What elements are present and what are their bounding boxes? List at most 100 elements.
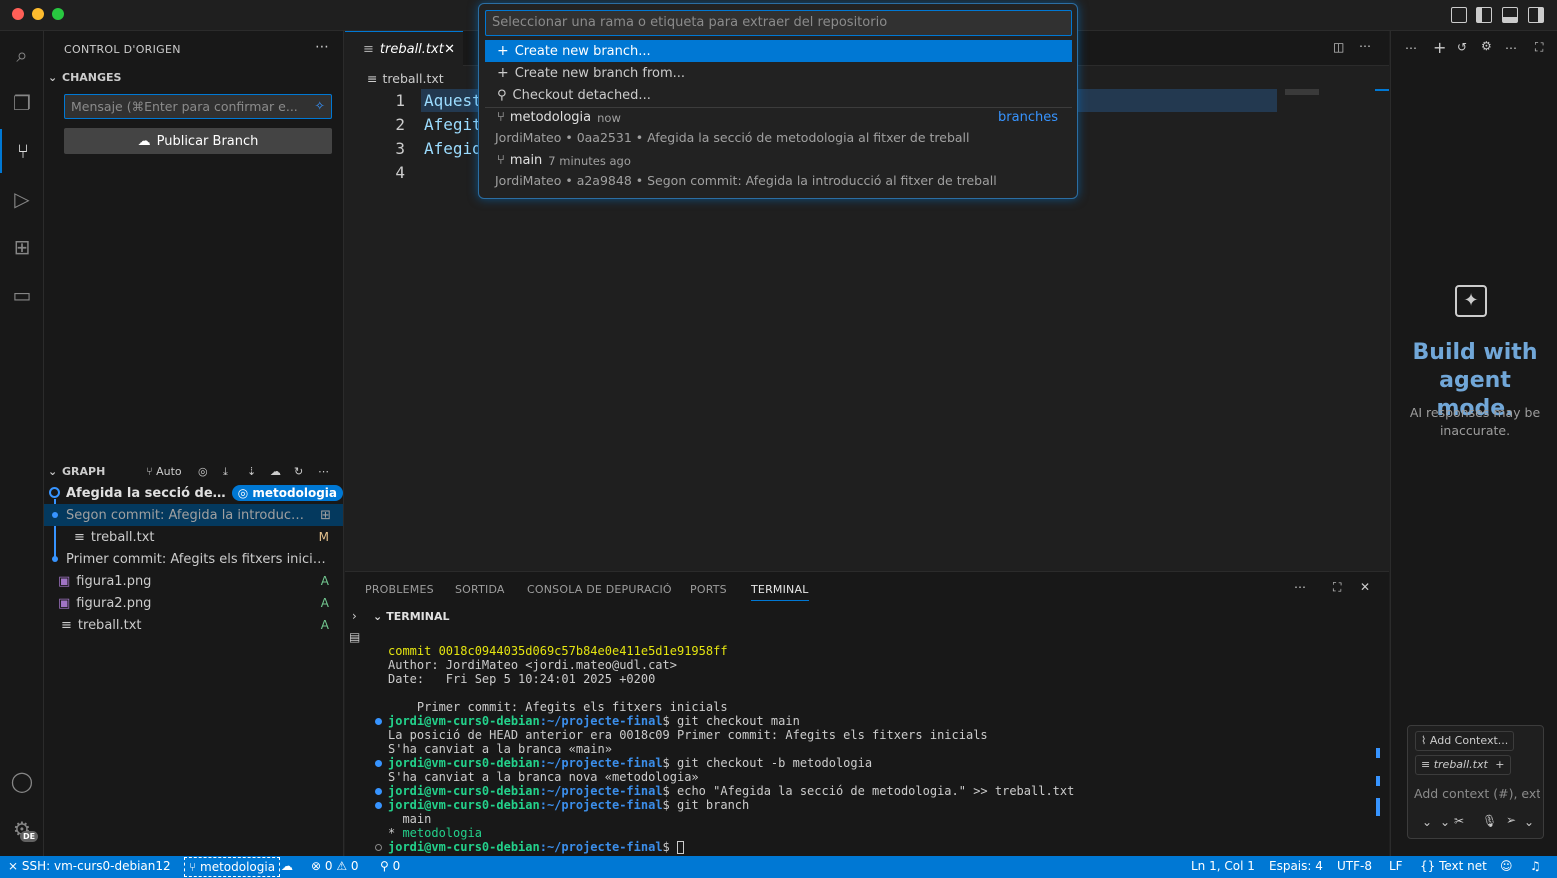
terminal-line: S'ha canviat a la branca «main» [388, 742, 612, 756]
run-debug-icon[interactable]: ▷ [0, 177, 44, 221]
copilot-icon[interactable]: ☺ [1500, 859, 1513, 873]
maximize-window-button[interactable] [52, 8, 64, 20]
graph-refresh-icon[interactable]: ↻ [294, 465, 303, 478]
terminal-output[interactable]: commit 0018c0944035d069c57b84e0e411e5d1e… [345, 572, 1375, 857]
graph-file-row[interactable]: ▣ figura1.png A [44, 570, 343, 592]
terminal-cursor [677, 841, 684, 854]
checkout-detached-item[interactable]: ⚲ Checkout detached... [485, 84, 1072, 106]
mode-picker-chevron-icon[interactable]: ⌄ [1422, 815, 1432, 829]
sidebar-title: CONTROL D'ORIGEN [64, 43, 181, 56]
source-control-sidebar: CONTROL D'ORIGEN ⋯ ⌄ CHANGES Mensaje (⌘En… [44, 31, 344, 856]
toggle-secondary-sidebar-icon[interactable] [1528, 7, 1544, 23]
commit-message-input[interactable]: Mensaje (⌘Enter para confirmar e... ✧ [64, 94, 332, 119]
manage-gear-icon[interactable]: ⚙ DE [0, 807, 44, 851]
close-tab-icon[interactable]: ✕ [444, 42, 455, 57]
terminal-scrollbar[interactable] [1376, 632, 1380, 852]
add-context-button[interactable]: ⌇ Add Context... [1415, 731, 1515, 751]
notifications-bell-icon[interactable]: ♫ [1530, 859, 1541, 873]
terminal-line: jordi@vm-curs0-debian:~/projecte-final$ … [388, 798, 750, 812]
agent-sparkle-icon: ✦ [1455, 285, 1487, 317]
close-window-button[interactable] [12, 8, 24, 20]
branch-item-main[interactable]: ⑂ main 7 minutes ago JordiMateo • a2a984… [485, 150, 1072, 192]
commit-node-icon [52, 556, 58, 562]
commit-node-icon [52, 512, 58, 518]
graph-pull-icon[interactable]: ⇣ [247, 465, 256, 478]
account-icon[interactable]: ◯ [0, 759, 44, 803]
cursor-position[interactable]: Ln 1, Col 1 [1191, 859, 1255, 873]
publish-icon[interactable]: ☁ [281, 859, 293, 873]
sparkle-icon[interactable]: ✧ [315, 98, 325, 113]
customize-layout-icon[interactable] [1451, 7, 1467, 23]
toggle-panel-icon[interactable] [1502, 7, 1518, 23]
graph-target-icon[interactable]: ◎ [198, 465, 208, 478]
scrollbar[interactable] [1375, 89, 1389, 91]
language-mode[interactable]: {} Text net [1420, 859, 1487, 873]
extensions-icon[interactable]: ⊞ [0, 225, 44, 269]
encoding[interactable]: UTF-8 [1337, 859, 1372, 873]
model-picker-chevron-icon[interactable]: ⌄ [1440, 815, 1450, 829]
explorer-icon[interactable]: ❐ [0, 81, 44, 125]
minimap[interactable] [1285, 89, 1319, 95]
send-chevron-icon[interactable]: ⌄ [1524, 815, 1534, 829]
file-lines-icon: ≡ [363, 41, 374, 57]
changes-section-header[interactable]: ⌄ CHANGES [48, 71, 121, 84]
plus-icon[interactable]: + [1495, 758, 1504, 771]
editor-more-icon[interactable]: ⋯ [1359, 39, 1371, 53]
graph-commit-row[interactable]: Primer commit: Afegits els fitxers inici… [44, 548, 343, 570]
graph-section-header[interactable]: ⌄ GRAPH ⑂ Auto ◎ ⤓ ⇣ ☁ ↻ ⋯ [48, 465, 343, 478]
command-decoration [375, 788, 382, 795]
command-decoration [375, 802, 382, 809]
context-file-chip[interactable]: ≡ treball.txt + [1415, 755, 1511, 775]
split-editor-icon[interactable]: ◫ [1333, 40, 1344, 54]
graph-file-row[interactable]: ▣ figura2.png A [44, 592, 343, 614]
graph-commit-row[interactable]: Segon commit: Afegida la introducció... … [44, 504, 343, 526]
new-chat-icon[interactable]: + [1433, 38, 1446, 57]
open-changes-icon[interactable]: ⊞ [320, 508, 331, 523]
problems-indicator[interactable]: ⊗ 0 ⚠ 0 [311, 859, 359, 873]
publish-branch-button[interactable]: ☁ Publicar Branch [64, 128, 332, 154]
remote-indicator[interactable]: ⨯ SSH: vm-curs0-debian12 [8, 859, 171, 873]
code-line[interactable]: Afegid [424, 139, 482, 158]
line-number: 3 [395, 139, 405, 158]
graph-push-icon[interactable]: ☁ [270, 465, 281, 478]
graph-fetch-icon[interactable]: ⤓ [223, 465, 228, 479]
graph-auto-filter[interactable]: ⑂ Auto [146, 465, 182, 478]
toggle-sidebar-icon[interactable] [1476, 7, 1492, 23]
graph-file-row[interactable]: ≡ treball.txt M [44, 526, 343, 548]
search-icon[interactable]: ⌕ [0, 33, 44, 77]
code-line[interactable]: Aquest [424, 91, 482, 110]
indentation[interactable]: Espais: 4 [1269, 859, 1323, 873]
chat-panel-more-icon[interactable]: ⋯ [1505, 41, 1517, 55]
command-decoration [375, 718, 382, 725]
code-line[interactable]: Afegit [424, 115, 482, 134]
branch-indicator[interactable]: ⑂ metodologia [184, 857, 281, 877]
file-lines-icon: ≡ [1421, 758, 1434, 771]
chat-history-icon[interactable]: ↺ [1457, 40, 1467, 54]
chat-input[interactable]: Add context (#), exte [1414, 786, 1540, 801]
ports-indicator[interactable]: ⚲ 0 [380, 859, 400, 873]
minimize-window-button[interactable] [32, 8, 44, 20]
maximize-chat-icon[interactable]: ⛶ [1535, 40, 1543, 55]
send-icon[interactable]: ➢ [1506, 813, 1516, 827]
remote-explorer-icon[interactable]: ▭ [0, 273, 44, 317]
breadcrumb[interactable]: ≡ treball.txt [367, 71, 444, 86]
end-of-line[interactable]: LF [1389, 859, 1403, 873]
chat-input-box[interactable]: ⌇ Add Context... ≡ treball.txt + Add con… [1407, 725, 1544, 839]
terminal-line: main [388, 812, 432, 826]
chat-settings-icon[interactable]: ⚙ [1481, 39, 1492, 53]
tools-icon[interactable]: ✂ [1454, 814, 1464, 828]
plus-icon: + [497, 65, 509, 81]
chat-more-icon[interactable]: ⋯ [1405, 41, 1417, 55]
source-control-icon[interactable]: ⑂ [0, 129, 44, 173]
create-new-branch-from-item[interactable]: + Create new branch from... [485, 62, 1072, 84]
graph-commit-row[interactable]: Afegida la secció de met... ◎ metodologi… [44, 482, 343, 504]
sidebar-more-icon[interactable]: ⋯ [315, 39, 329, 55]
quick-pick-input[interactable]: Seleccionar una rama o etiqueta para ext… [485, 10, 1072, 36]
graph-file-row[interactable]: ≡ treball.txt A [44, 614, 343, 636]
editor-tab[interactable]: ≡ treball.txt ✕ [345, 31, 463, 66]
graph-more-icon[interactable]: ⋯ [318, 465, 329, 478]
microphone-icon[interactable]: 🎙 [1482, 814, 1497, 828]
branch-item-metodologia[interactable]: ⑂ metodologia now branches JordiMateo • … [485, 107, 1072, 149]
create-new-branch-item[interactable]: + Create new branch... [485, 40, 1072, 62]
command-decoration [375, 760, 382, 767]
